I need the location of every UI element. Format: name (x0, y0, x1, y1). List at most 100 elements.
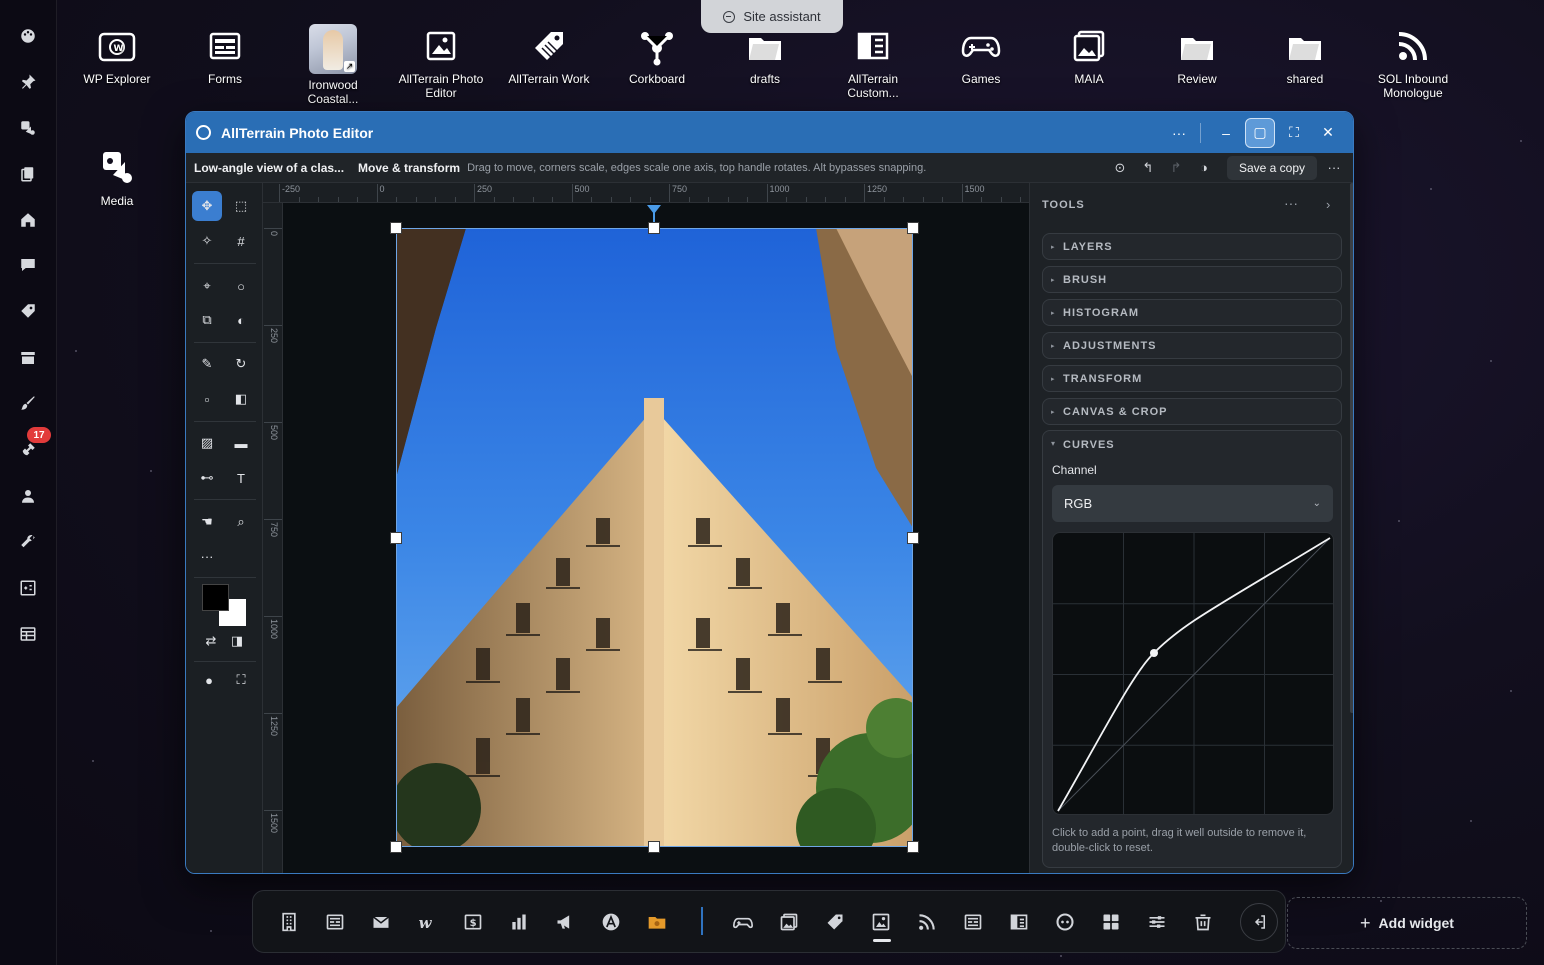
restore-icon[interactable]: ▢ (1245, 117, 1275, 148)
default-colors-icon[interactable]: ◨ (222, 626, 252, 656)
magic-wand-icon[interactable]: ✧ (192, 226, 222, 256)
gradient-tool-icon[interactable]: ▨ (192, 428, 222, 458)
crosshair-tool-icon[interactable]: ⌖ (192, 271, 222, 301)
target-icon[interactable]: ⊙ (1109, 157, 1131, 179)
transform-handle-br[interactable] (907, 841, 919, 853)
desktop-icon-shared[interactable]: shared (1255, 24, 1355, 86)
desktop-icon-forms[interactable]: Forms (175, 24, 275, 86)
desktop-icon-maia[interactable]: MAIA (1039, 24, 1139, 86)
section-brush[interactable]: BRUSH (1042, 266, 1342, 293)
widgets-icon[interactable] (16, 576, 40, 600)
zoom-tool-icon[interactable]: ⌕ (226, 507, 256, 537)
mail-icon[interactable] (367, 908, 395, 936)
layout-icon[interactable] (1005, 908, 1033, 936)
save-copy-button[interactable]: Save a copy (1226, 155, 1317, 180)
exit-icon[interactable] (1240, 903, 1278, 941)
curves-graph[interactable] (1052, 532, 1334, 815)
wrench-icon[interactable] (16, 530, 40, 554)
eraser-tool-icon[interactable]: ▫ (192, 384, 222, 414)
screen-mode-icon[interactable]: ⛶ (226, 665, 256, 695)
trash-icon[interactable] (1189, 908, 1217, 936)
copy-icon[interactable] (16, 162, 40, 186)
grid-snap-icon[interactable]: # (226, 226, 256, 256)
table-icon[interactable] (16, 622, 40, 646)
window-titlebar[interactable]: AllTerrain Photo Editor ··· – ▢ ⛶ ✕ (186, 112, 1353, 153)
photo-editor-icon[interactable] (867, 908, 895, 936)
clone-tool-icon[interactable]: ⧉ (192, 305, 222, 335)
megaphone-icon[interactable] (551, 908, 579, 936)
building-photo[interactable] (396, 228, 913, 847)
section-layers[interactable]: LAYERS (1042, 233, 1342, 260)
archive-icon[interactable] (16, 346, 40, 370)
contrast-tool-icon[interactable]: ◐ (226, 305, 256, 335)
ellipse-tool-icon[interactable]: ○ (226, 271, 256, 301)
tag-icon[interactable] (821, 908, 849, 936)
add-widget-button[interactable]: + Add widget (1287, 897, 1527, 949)
fill-tool-icon[interactable]: ◧ (226, 384, 256, 414)
redo-icon[interactable]: ↱ (1165, 157, 1187, 179)
building-icon[interactable] (275, 908, 303, 936)
desktop-icon-sol-inbound[interactable]: SOL Inbound Monologue (1363, 24, 1463, 100)
minimize-icon[interactable]: – (1211, 118, 1241, 148)
hand-tool-icon[interactable]: ☚ (192, 507, 222, 537)
canvas-area[interactable] (283, 203, 1029, 873)
shape-tool-icon[interactable]: ⊷ (192, 463, 222, 493)
dollar-icon[interactable]: $ (459, 908, 487, 936)
transform-handle-b[interactable] (648, 841, 660, 853)
toolbar-more-icon[interactable]: ··· (1323, 157, 1345, 179)
desktop-icon-media[interactable]: Media (67, 146, 167, 208)
transform-handle-r[interactable] (907, 532, 919, 544)
a-logo-icon[interactable] (597, 908, 625, 936)
gamepad-icon[interactable] (729, 908, 757, 936)
section-adjustments[interactable]: ADJUSTMENTS (1042, 332, 1342, 359)
curve-point[interactable] (1150, 649, 1158, 657)
grid-icon[interactable] (1097, 908, 1125, 936)
folder-app-icon[interactable] (643, 908, 671, 936)
maximize-icon[interactable]: ⛶ (1279, 118, 1309, 148)
desktop-icon-allterrain-work[interactable]: AllTerrain Work (499, 24, 599, 86)
transform-handle-tl[interactable] (390, 222, 402, 234)
dial-icon[interactable] (1051, 908, 1079, 936)
brush-icon[interactable] (16, 391, 40, 415)
palette-icon[interactable] (16, 24, 40, 48)
transform-handle-tr[interactable] (907, 222, 919, 234)
form-icon[interactable] (959, 908, 987, 936)
transform-handle-t[interactable] (648, 222, 660, 234)
curves-title[interactable]: CURVES (1051, 439, 1115, 451)
section-histogram[interactable]: HISTOGRAM (1042, 299, 1342, 326)
close-icon[interactable]: ✕ (1313, 118, 1343, 148)
desktop-icon-ironwood-coastal[interactable]: ↗ Ironwood Coastal... (283, 24, 383, 106)
section-canvas-crop[interactable]: CANVAS & CROP (1042, 398, 1342, 425)
desktop-icon-review[interactable]: Review (1147, 24, 1247, 86)
channel-select[interactable]: RGB ⌄ (1052, 485, 1333, 522)
desktop-icon-photo-editor[interactable]: AllTerrain Photo Editor (391, 24, 491, 100)
form-icon[interactable] (321, 908, 349, 936)
window-more-icon[interactable]: ··· (1164, 118, 1194, 148)
rotate-tool-icon[interactable]: ↻ (226, 349, 256, 379)
desktop-icon-games[interactable]: Games (931, 24, 1031, 86)
comment-icon[interactable] (16, 253, 40, 277)
transform-handle-bl[interactable] (390, 841, 402, 853)
rss-icon[interactable] (913, 908, 941, 936)
marquee-tool-icon[interactable]: ⬚ (226, 191, 256, 221)
more-tools-icon[interactable]: ··· (192, 541, 222, 571)
move-tool-icon[interactable]: ✥ (192, 191, 222, 221)
compare-icon[interactable]: ◑ (1193, 157, 1215, 179)
quick-mask-icon[interactable]: ● (194, 665, 224, 695)
desktop-icon-allterrain-custom[interactable]: AllTerrain Custom... (823, 24, 923, 100)
desktop-icon-corkboard[interactable]: Corkboard (607, 24, 707, 86)
undo-icon[interactable]: ↰ (1137, 157, 1159, 179)
section-transform[interactable]: TRANSFORM (1042, 365, 1342, 392)
w-icon[interactable]: w (413, 908, 441, 936)
home-icon[interactable] (16, 208, 40, 232)
media-icon[interactable] (16, 116, 40, 140)
pin-icon[interactable] (16, 70, 40, 94)
transform-handle-l[interactable] (390, 532, 402, 544)
sliders-icon[interactable] (1143, 908, 1171, 936)
gallery-icon[interactable] (775, 908, 803, 936)
panel-scrollbar[interactable] (1350, 183, 1353, 713)
foreground-color-swatch[interactable] (202, 584, 229, 611)
user-icon[interactable] (16, 484, 40, 508)
pencil-tool-icon[interactable]: ✎ (192, 349, 222, 379)
panel-more-icon[interactable]: ··· (1284, 195, 1298, 211)
